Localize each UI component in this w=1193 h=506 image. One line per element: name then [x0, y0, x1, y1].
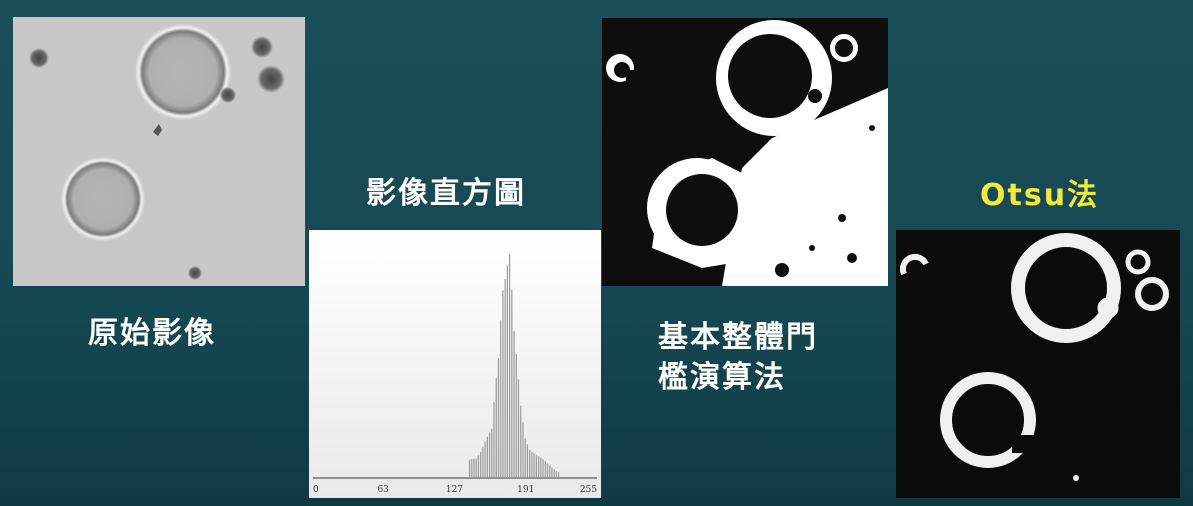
histogram-bar [477, 455, 480, 478]
histogram-bar [520, 405, 522, 478]
histogram-tick-label: 255 [580, 485, 597, 495]
histogram-bar [482, 446, 484, 478]
histogram-bar [493, 401, 495, 478]
histogram-bar [484, 441, 486, 478]
caption-otsu: Otsu法 [980, 178, 1100, 213]
histogram-bar [486, 436, 488, 478]
caption-original: 原始影像 [88, 316, 216, 351]
histogram-bar [473, 458, 475, 478]
histogram-bar [506, 265, 508, 478]
histogram-bar [531, 451, 533, 478]
histogram-bar [544, 461, 546, 478]
histogram-bar [551, 467, 553, 478]
histogram-bar [526, 444, 529, 478]
histogram-bar [495, 378, 497, 478]
histogram-bar [471, 459, 473, 478]
histogram-bar [549, 465, 551, 478]
caption-histogram: 影像直方圖 [366, 176, 526, 211]
caption-global-line2: 檻演算法 [658, 360, 786, 395]
histogram-bar [497, 358, 500, 478]
histogram-bar [533, 453, 535, 478]
histogram-bar [500, 320, 502, 478]
histogram-bar [542, 459, 544, 478]
histogram-bar [540, 457, 542, 478]
histogram-bar [480, 451, 482, 478]
histogram-bar [558, 472, 560, 478]
histogram-bar [511, 289, 513, 478]
histogram-bar [522, 422, 524, 478]
histogram-bar [504, 279, 506, 478]
histogram-bar [553, 469, 555, 478]
histogram-tick-label: 191 [517, 485, 534, 495]
histogram-bar [502, 290, 504, 478]
global-threshold-image [602, 18, 888, 286]
histogram-bar [491, 428, 493, 478]
histogram-tick-label: 63 [377, 485, 389, 495]
caption-global-line1: 基本整體門 [658, 320, 818, 355]
histogram-chart: 0 63 127 191 255 [309, 230, 601, 498]
cropped-title-remnant [330, 0, 890, 8]
histogram-bar [509, 254, 511, 478]
histogram-bar [535, 455, 537, 478]
histogram-bar [517, 379, 520, 478]
histogram-bar [537, 456, 540, 478]
histogram-bar [515, 354, 517, 478]
histogram-tick-label: 0 [313, 485, 319, 495]
histogram-bar [529, 449, 531, 478]
histogram-bar [524, 438, 526, 478]
histogram-bar [546, 463, 549, 478]
otsu-image [896, 230, 1180, 498]
original-image [13, 17, 305, 286]
histogram-bar [475, 458, 477, 478]
histogram-bar [555, 471, 557, 478]
histogram-bar [488, 432, 491, 478]
histogram-bar [513, 330, 515, 478]
histogram-tick-label: 127 [446, 485, 463, 495]
histogram-bar [468, 459, 471, 478]
